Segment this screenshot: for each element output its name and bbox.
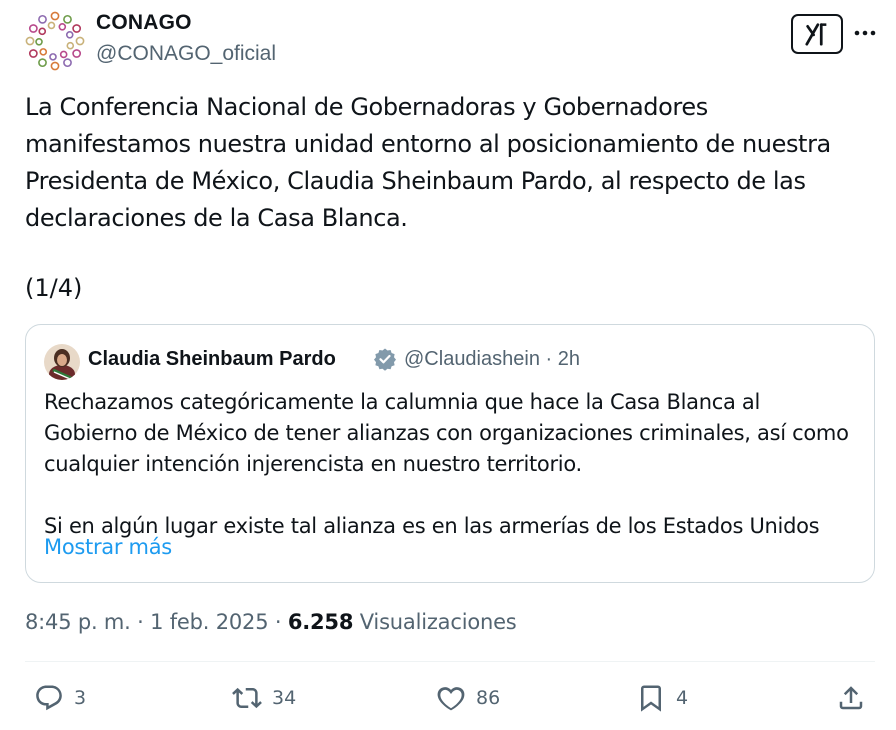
repost-button[interactable]: 34: [232, 680, 296, 716]
grok-button[interactable]: [791, 14, 843, 54]
show-more-link[interactable]: Mostrar más: [44, 535, 172, 559]
logo-ring: [50, 61, 60, 71]
quote-avatar[interactable]: [44, 344, 80, 380]
logo-ring: [75, 36, 85, 46]
logo-ring: [63, 14, 72, 24]
quote-avatar-image: [44, 344, 80, 380]
repost-count: 34: [272, 687, 297, 709]
author-name[interactable]: CONAGO: [96, 11, 192, 35]
logo-ring: [38, 58, 47, 68]
logo-ring: [50, 11, 60, 21]
tweet-text: La Conferencia Nacional de Gobernadoras …: [25, 93, 831, 232]
logo-ring: [66, 41, 75, 50]
logo-ring: [63, 58, 72, 68]
logo-ring: [28, 49, 38, 58]
views-count: 6.258: [287, 610, 354, 634]
tweet-header: CONAGO @CONAGO_oficial: [24, 10, 876, 74]
share-button[interactable]: [836, 680, 866, 716]
logo-ring: [47, 21, 56, 30]
logo-ring: [72, 49, 82, 58]
logo-ring: [59, 50, 68, 59]
logo-ring: [35, 37, 43, 46]
conago-logo: [25, 11, 85, 71]
tweet-date[interactable]: 1 feb. 2025: [150, 610, 268, 634]
repost-icon: [232, 687, 262, 709]
bookmark-icon: [641, 685, 661, 712]
logo-ring: [25, 36, 35, 46]
meta-separator: ·: [130, 610, 151, 634]
quote-author-name[interactable]: Claudia Sheinbaum Pardo: [88, 348, 336, 371]
bookmark-button[interactable]: 4: [636, 680, 688, 716]
quote-handle-time[interactable]: @Claudiashein · 2h: [404, 348, 580, 371]
tweet-meta: 8:45 p. m. · 1 feb. 2025 · 6.258 Visuali…: [25, 610, 517, 634]
thread-marker: (1/4): [25, 274, 83, 302]
action-bar: 3 34 86 4: [0, 680, 896, 720]
logo-ring: [38, 27, 47, 36]
verified-badge-icon: [374, 348, 396, 371]
author-handle[interactable]: @CONAGO_oficial: [96, 42, 276, 66]
reply-icon: [36, 685, 62, 711]
divider: [25, 661, 875, 662]
logo-ring: [58, 22, 67, 31]
like-button[interactable]: 86: [436, 680, 500, 716]
reply-count: 3: [74, 687, 87, 709]
more-button[interactable]: [850, 18, 880, 48]
quoted-tweet[interactable]: Claudia Sheinbaum Pardo @Claudiashein · …: [25, 324, 875, 583]
grok-icon: [805, 23, 827, 46]
logo-ring: [38, 14, 47, 24]
bookmark-count: 4: [676, 687, 689, 709]
tweet-time[interactable]: 8:45 p. m.: [25, 610, 131, 634]
more-icon: [854, 30, 876, 36]
logo-ring: [65, 30, 74, 39]
share-icon: [839, 686, 863, 710]
logo-ring: [28, 24, 38, 33]
meta-separator: ·: [268, 610, 288, 634]
reply-button[interactable]: 3: [34, 680, 86, 716]
logo-ring: [49, 53, 57, 61]
logo-ring: [39, 48, 48, 56]
views-label: Visualizaciones: [353, 610, 517, 634]
like-icon: [437, 687, 465, 711]
quote-text: Rechazamos categóricamente la calumnia q…: [44, 390, 849, 538]
logo-ring: [72, 24, 82, 33]
like-count: 86: [476, 687, 501, 709]
avatar[interactable]: [24, 10, 86, 72]
